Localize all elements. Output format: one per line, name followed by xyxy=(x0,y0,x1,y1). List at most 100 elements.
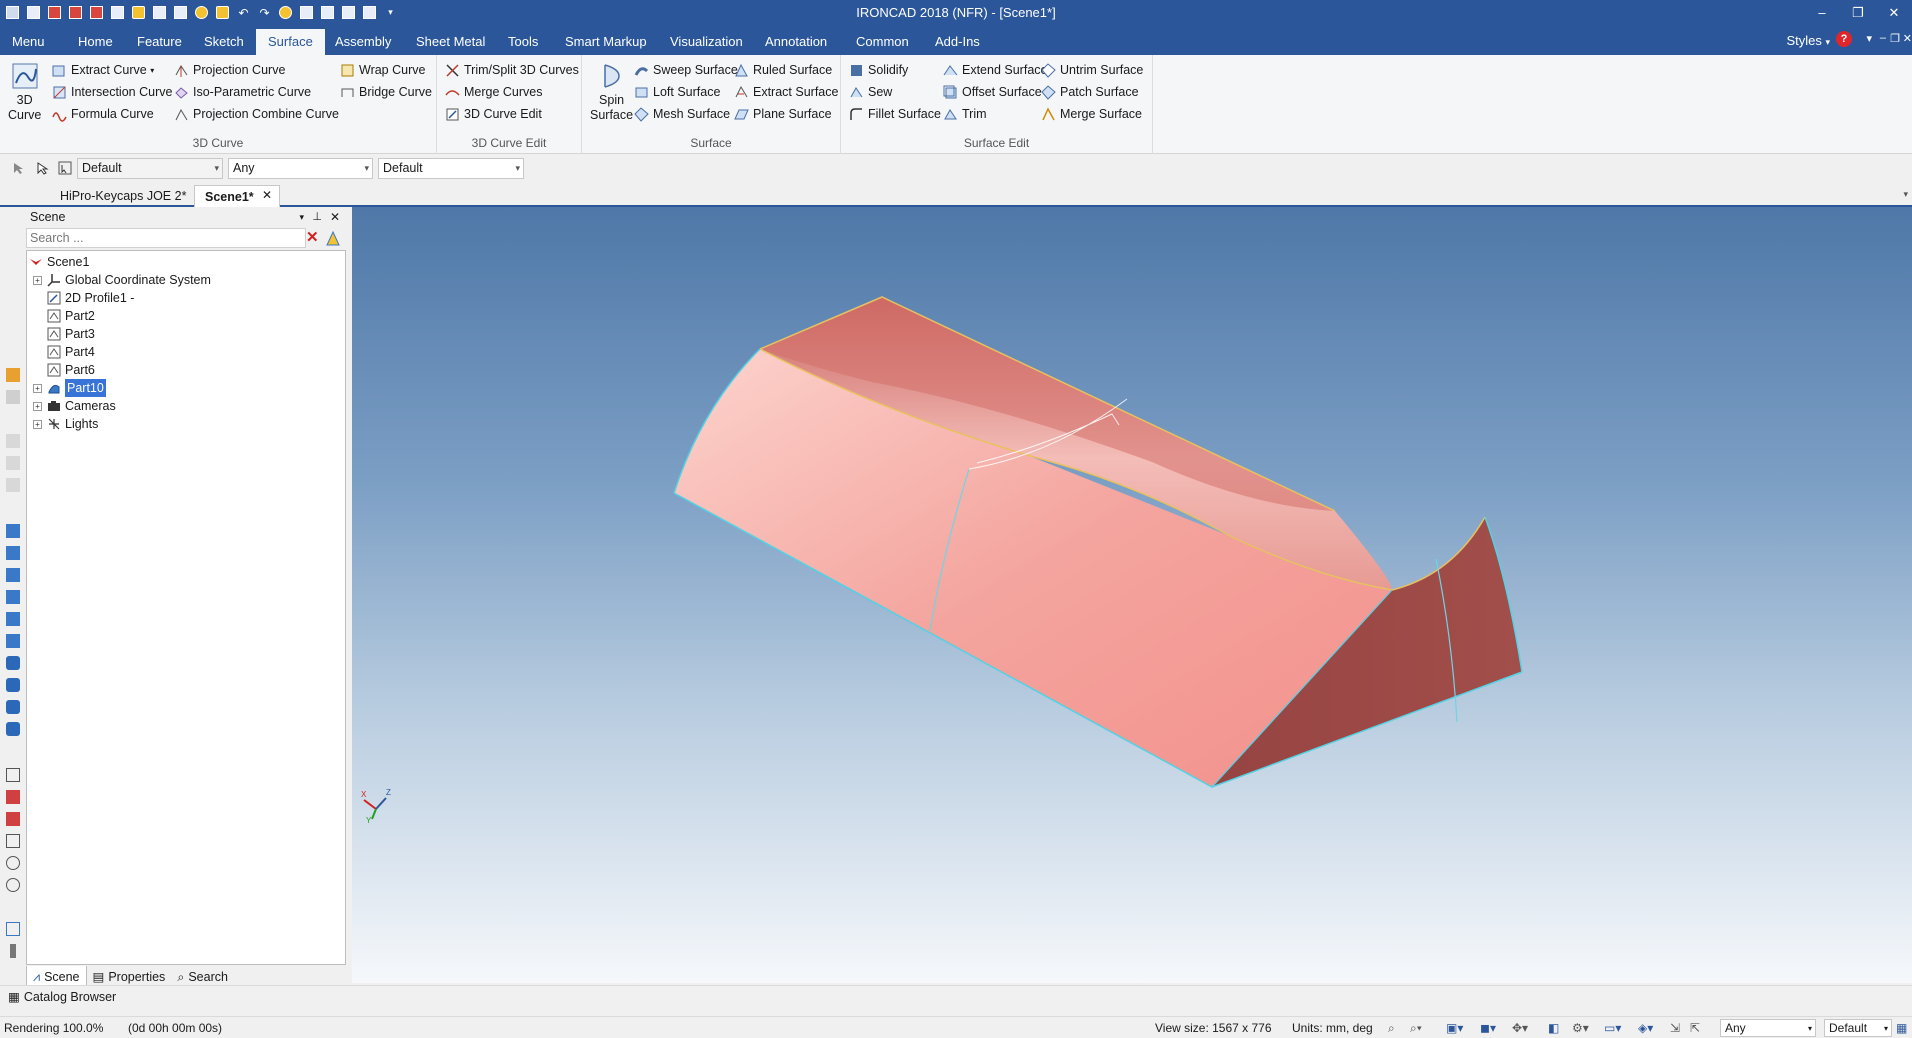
loft-surface-button[interactable]: Loft Surface xyxy=(634,82,720,102)
shaded-icon[interactable]: ◧ xyxy=(1548,1017,1559,1038)
tab-feature[interactable]: Feature xyxy=(125,29,194,55)
tab-add-ins[interactable]: Add-Ins xyxy=(923,29,992,55)
tab-sketch[interactable]: Sketch xyxy=(192,29,256,55)
view-tool-icon[interactable] xyxy=(6,456,20,470)
minimize-button[interactable]: – xyxy=(1804,2,1840,23)
intersection-curve-button[interactable]: Intersection Curve xyxy=(52,82,172,102)
expand-icon[interactable]: + xyxy=(33,401,42,411)
tab-smart-markup[interactable]: Smart Markup xyxy=(553,29,659,55)
view-icon[interactable]: ▣▾ xyxy=(1446,1017,1463,1038)
projection-combine-curve-button[interactable]: Projection Combine Curve xyxy=(174,104,339,124)
tab-menu[interactable]: Menu xyxy=(0,29,57,55)
merge-surface-button[interactable]: Merge Surface xyxy=(1041,104,1142,124)
3d-viewport[interactable]: X Z Y xyxy=(352,207,1912,983)
plane-surface-button[interactable]: Plane Surface xyxy=(734,104,832,124)
extract-surface-button[interactable]: Extract Surface xyxy=(734,82,838,102)
tab-visualization[interactable]: Visualization xyxy=(658,29,755,55)
projection-curve-button[interactable]: Projection Curve xyxy=(174,60,285,80)
view-tool-icon[interactable] xyxy=(6,390,20,404)
shape-tool-icon[interactable] xyxy=(6,678,20,692)
tree-node-part3[interactable]: Part3 xyxy=(47,325,95,343)
search-options-icon[interactable] xyxy=(326,231,340,246)
frame-icon[interactable]: ▭▾ xyxy=(1604,1017,1621,1038)
shape-tool-icon[interactable] xyxy=(6,546,20,560)
cube-icon[interactable]: ◈▾ xyxy=(1638,1017,1653,1038)
mesh-surface-button[interactable]: Mesh Surface xyxy=(634,104,730,124)
tool-icon[interactable] xyxy=(6,856,20,870)
tool-icon[interactable] xyxy=(6,922,20,936)
tree-node-part4[interactable]: Part4 xyxy=(47,343,95,361)
measure-tool-icon[interactable] xyxy=(6,768,20,782)
extract-curve-button[interactable]: Extract Curve ▾ xyxy=(52,60,154,80)
shape-tool-icon[interactable] xyxy=(6,524,20,538)
ribbon-minimize-icon[interactable]: – xyxy=(1880,32,1886,44)
display-icon[interactable]: ⚙▾ xyxy=(1572,1017,1589,1038)
shape-tool-icon[interactable] xyxy=(6,634,20,648)
fillet-surface-button[interactable]: Fillet Surface xyxy=(849,104,941,124)
tab-annotation[interactable]: Annotation xyxy=(753,29,839,55)
bridge-curve-button[interactable]: Bridge Curve xyxy=(340,82,432,102)
view-tool-icon[interactable] xyxy=(6,434,20,448)
close-tab-icon[interactable]: ✕ xyxy=(262,188,272,202)
extend-surface-button[interactable]: Extend Surface xyxy=(943,60,1047,80)
tab-surface[interactable]: Surface xyxy=(256,29,325,55)
sew-button[interactable]: Sew xyxy=(849,82,892,102)
panel-menu-icon[interactable]: ▾ xyxy=(299,208,304,226)
spin-surface-button[interactable]: Spin Surface xyxy=(590,61,633,123)
tab-tools[interactable]: Tools xyxy=(496,29,550,55)
maximize-button[interactable]: ❐ xyxy=(1840,2,1876,23)
view-tool-icon[interactable] xyxy=(6,478,20,492)
expand-icon[interactable]: + xyxy=(33,419,42,429)
pick-icon[interactable]: ⇲ xyxy=(1670,1017,1680,1038)
sweep-surface-button[interactable]: Sweep Surface xyxy=(634,60,738,80)
tree-node-part6[interactable]: Part6 xyxy=(47,361,95,379)
scene-search-input[interactable]: Search ... xyxy=(26,228,306,248)
trim-split-3d-curves-button[interactable]: Trim/Split 3D Curves xyxy=(445,60,579,80)
shape-tool-icon[interactable] xyxy=(6,590,20,604)
select-tool-icon[interactable] xyxy=(12,161,26,175)
zoom-window-icon[interactable]: ⌕▾ xyxy=(1410,1017,1422,1038)
status-filter-combo[interactable]: Any ▾ xyxy=(1720,1019,1816,1037)
tree-node-lights[interactable]: + Lights xyxy=(33,415,98,433)
tool-icon[interactable] xyxy=(10,944,16,958)
tool-icon[interactable] xyxy=(6,878,20,892)
tree-node-global-coordinate-system[interactable]: + Global Coordinate System xyxy=(33,271,211,289)
shape-tool-icon[interactable] xyxy=(6,656,20,670)
offset-surface-button[interactable]: Offset Surface xyxy=(943,82,1042,102)
tab-list-icon[interactable]: ▾ xyxy=(1903,189,1908,200)
ribbon-restore-icon[interactable]: ❐ xyxy=(1890,32,1900,45)
pointer-icon[interactable] xyxy=(36,161,50,175)
ruled-surface-button[interactable]: Ruled Surface xyxy=(734,60,832,80)
merge-curves-button[interactable]: Merge Curves xyxy=(445,82,543,102)
expand-icon[interactable]: + xyxy=(33,383,42,393)
shape-tool-icon[interactable] xyxy=(6,700,20,714)
clear-search-icon[interactable]: ✕ xyxy=(306,229,322,247)
tree-node-part10[interactable]: + Part10 xyxy=(33,379,106,397)
tree-node-cameras[interactable]: + Cameras xyxy=(33,397,116,415)
iso-parametric-curve-button[interactable]: Iso-Parametric Curve xyxy=(174,82,311,102)
tree-node-part2[interactable]: Part2 xyxy=(47,307,95,325)
styles-dropdown[interactable]: Styles ▾ xyxy=(1786,33,1830,48)
select-filter-icon[interactable] xyxy=(58,161,72,175)
lights-icon[interactable]: ✥▾ xyxy=(1512,1017,1528,1038)
tool-icon[interactable] xyxy=(6,834,20,848)
3d-curve-edit-button[interactable]: 3D Curve Edit xyxy=(445,104,542,124)
untrim-surface-button[interactable]: Untrim Surface xyxy=(1041,60,1143,80)
tab-assembly[interactable]: Assembly xyxy=(323,29,403,55)
help-icon[interactable]: ? xyxy=(1836,31,1852,47)
tab-home[interactable]: Home xyxy=(66,29,125,55)
shape-tool-icon[interactable] xyxy=(6,722,20,736)
wrap-curve-button[interactable]: Wrap Curve xyxy=(340,60,425,80)
tab-sheet-metal[interactable]: Sheet Metal xyxy=(404,29,497,55)
style-combo[interactable]: Default ▾ xyxy=(77,158,223,179)
select-icon[interactable]: ⇱ xyxy=(1690,1017,1700,1038)
trim-button[interactable]: Trim xyxy=(943,104,987,124)
catalog-browser-bar[interactable]: ▦ Catalog Browser xyxy=(0,985,1912,1007)
solidify-button[interactable]: Solidify xyxy=(849,60,908,80)
tree-node-2d-profile1[interactable]: 2D Profile1 - xyxy=(47,289,134,307)
tab-common[interactable]: Common xyxy=(844,29,921,55)
expand-icon[interactable]: + xyxy=(33,275,42,285)
help-dropdown-icon[interactable]: ▾ xyxy=(1866,32,1872,45)
close-button[interactable]: ✕ xyxy=(1876,2,1912,23)
doc-tab-hipro-keycaps[interactable]: HiPro-Keycaps JOE 2* xyxy=(50,185,196,207)
